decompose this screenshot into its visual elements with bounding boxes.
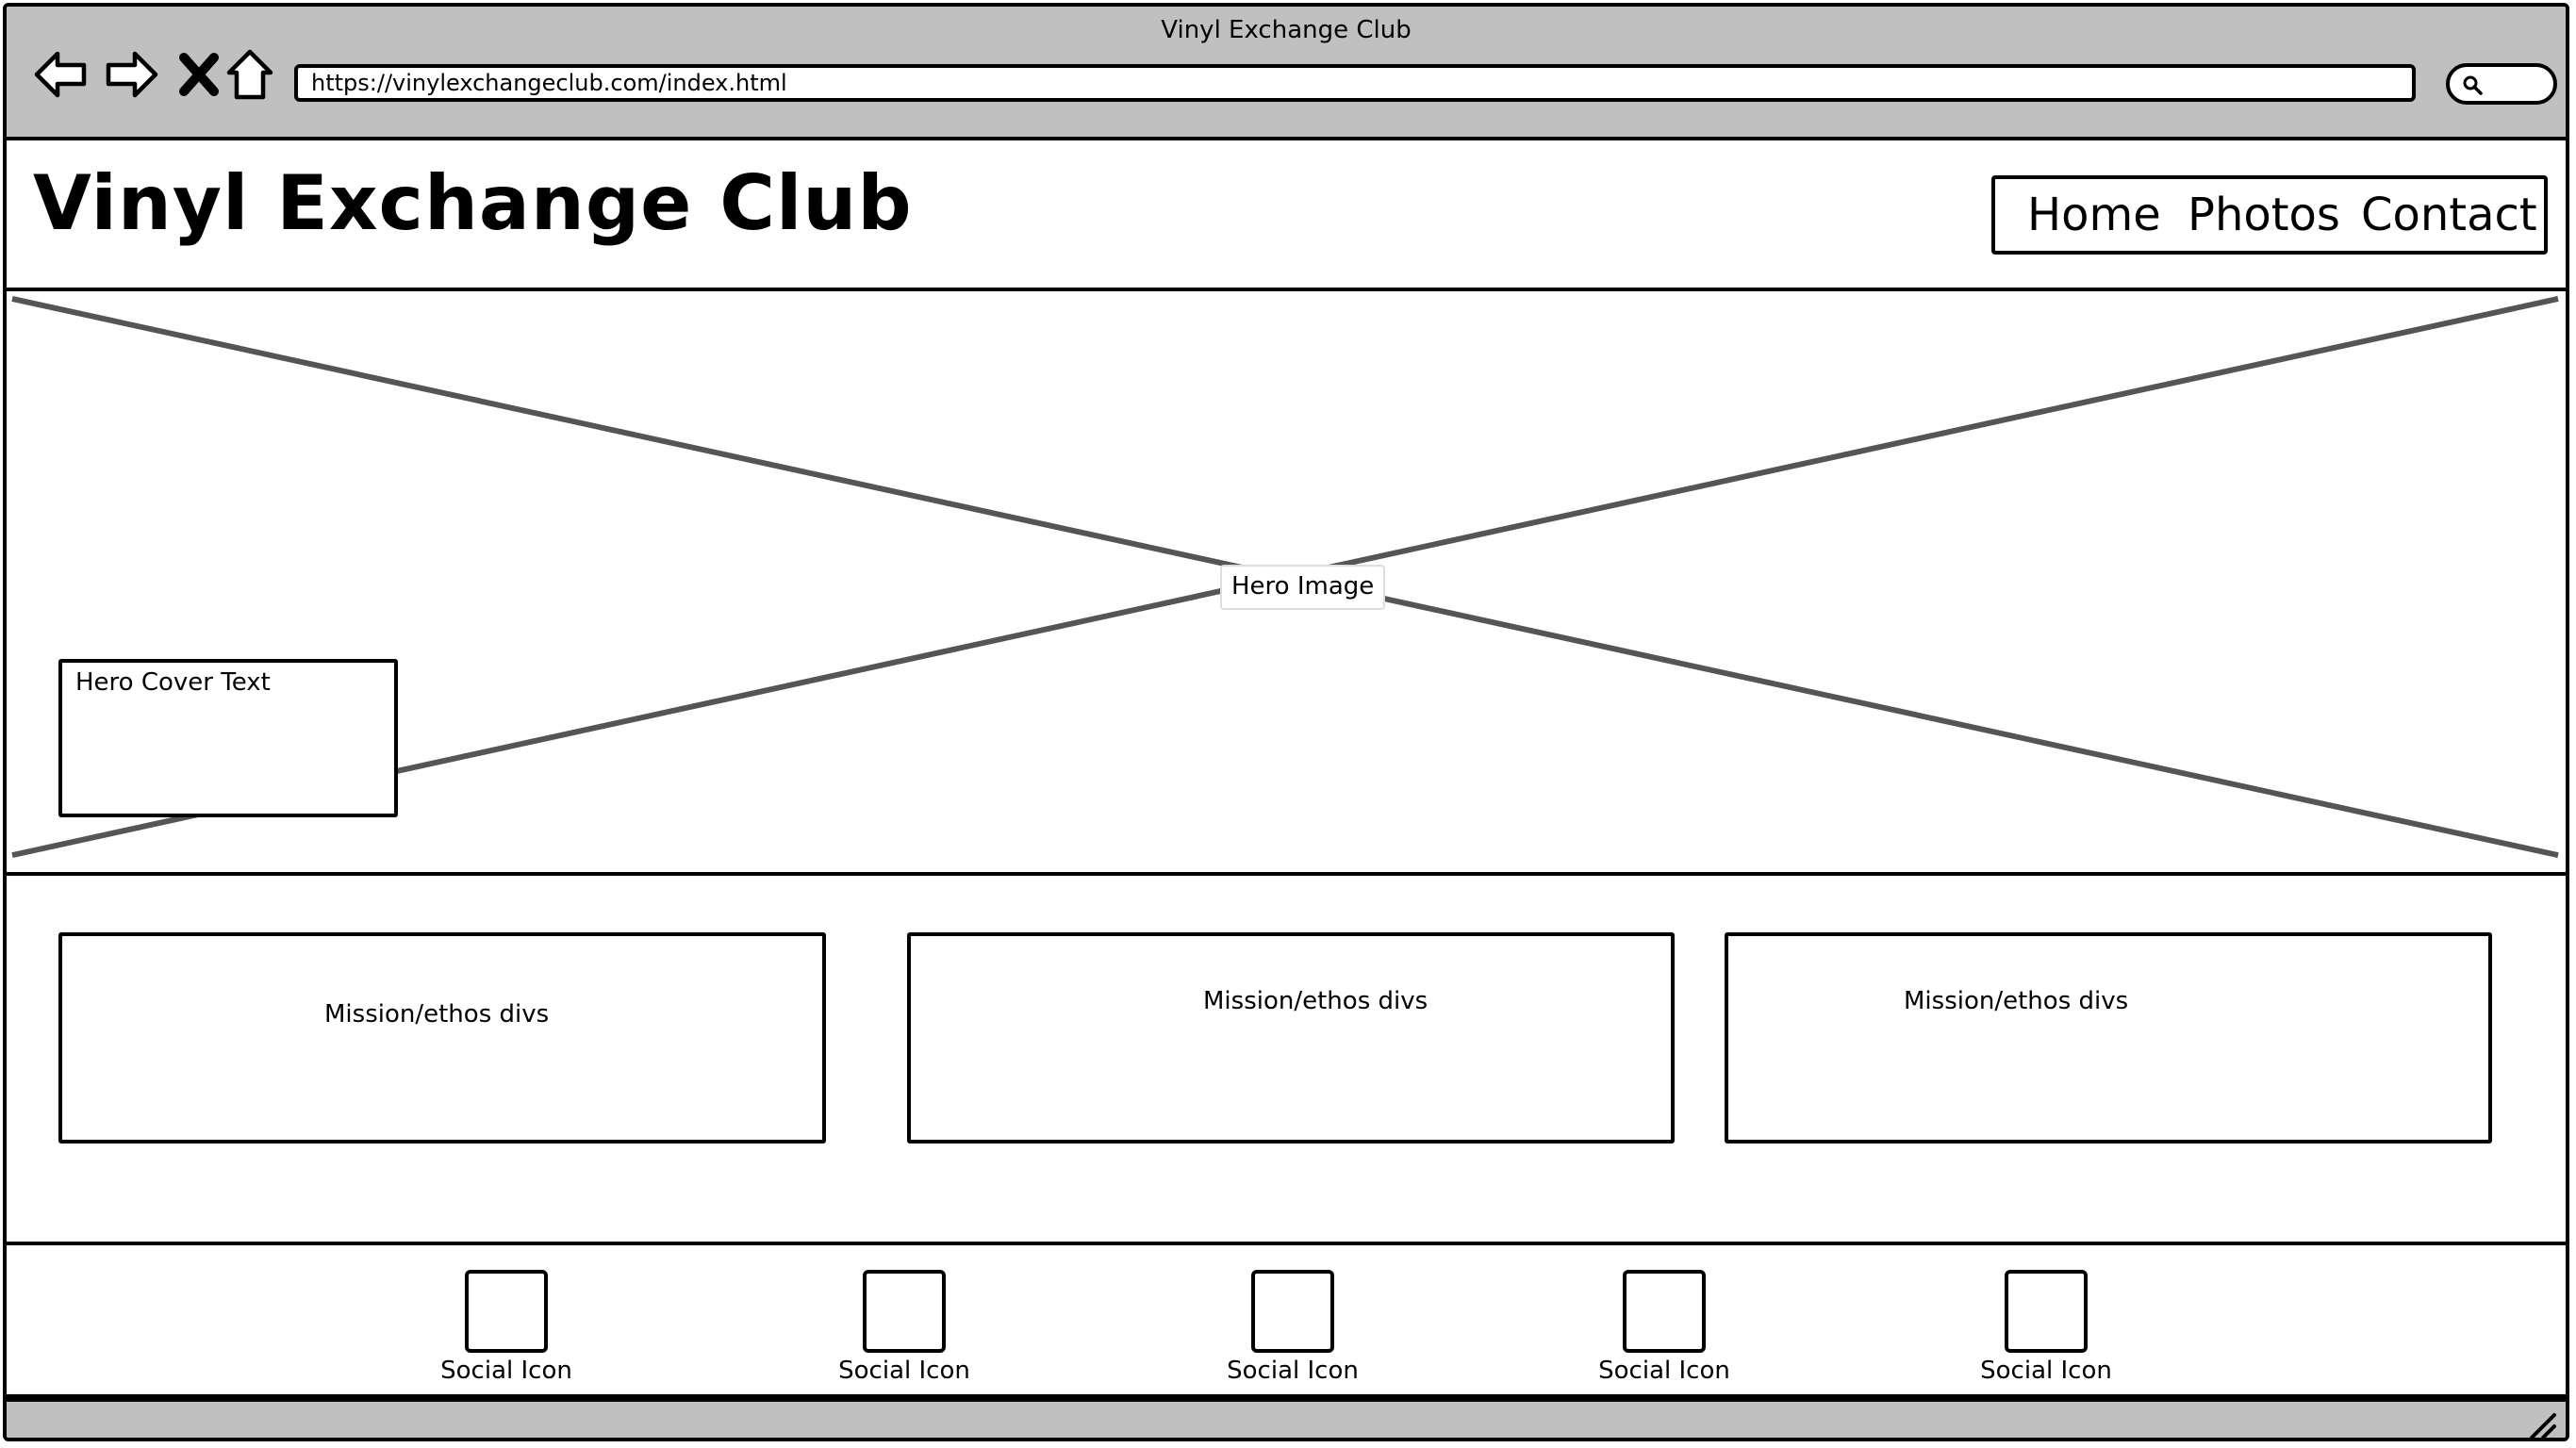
site-title: Vinyl Exchange Club (33, 159, 913, 247)
window-title: Vinyl Exchange Club (1161, 16, 1412, 44)
social-icon-label: Social Icon (1227, 1357, 1359, 1385)
social-icon-label: Social Icon (440, 1357, 572, 1385)
home-icon[interactable] (220, 44, 280, 105)
social-icon-label: Social Icon (1598, 1357, 1730, 1385)
nav-link-home[interactable]: Home (2027, 189, 2161, 241)
mission-card-label: Mission/ethos divs (324, 1000, 550, 1028)
hero-section: Hero Image Hero Cover Text (7, 291, 2566, 876)
main-nav: Home Photos Contact (1991, 175, 2548, 255)
nav-link-photos[interactable]: Photos (2188, 189, 2340, 241)
browser-chrome: Vinyl Exchange Club https://vinylexchang… (7, 7, 2566, 140)
social-icon[interactable] (1623, 1270, 1706, 1353)
browser-window: Vinyl Exchange Club https://vinylexchang… (3, 3, 2569, 1441)
site-header: Vinyl Exchange Club Home Photos Contact (7, 140, 2566, 291)
nav-link-contact[interactable]: Contact (2361, 189, 2537, 241)
resize-grip-icon[interactable] (2526, 1409, 2558, 1441)
mission-card-label: Mission/ethos divs (1904, 987, 2129, 1015)
social-icon-label: Social Icon (1980, 1357, 2112, 1385)
forward-arrow-icon[interactable] (101, 44, 161, 105)
social-link[interactable]: Social Icon (1975, 1270, 2117, 1385)
back-arrow-icon[interactable] (31, 44, 91, 105)
hero-cover-text-label: Hero Cover Text (75, 668, 271, 697)
url-bar[interactable]: https://vinylexchangeclub.com/index.html (294, 64, 2416, 102)
site-footer: Social Icon Social Icon Social Icon Soci… (7, 1242, 2566, 1398)
social-icon[interactable] (465, 1270, 548, 1353)
social-link[interactable]: Social Icon (436, 1270, 577, 1385)
social-link[interactable]: Social Icon (1222, 1270, 1363, 1385)
social-link[interactable]: Social Icon (834, 1270, 975, 1385)
mission-card: Mission/ethos divs (1725, 932, 2492, 1144)
mission-card-label: Mission/ethos divs (1203, 987, 1428, 1015)
hero-cover-text: Hero Cover Text (58, 659, 398, 817)
hero-image-label: Hero Image (1220, 565, 1386, 610)
browser-status-bar (7, 1398, 2566, 1441)
browser-search-button[interactable] (2446, 63, 2557, 105)
search-icon (2463, 75, 2483, 95)
social-icon[interactable] (2005, 1270, 2088, 1353)
social-icon[interactable] (863, 1270, 946, 1353)
social-link[interactable]: Social Icon (1593, 1270, 1735, 1385)
social-icon[interactable] (1251, 1270, 1334, 1353)
mission-card: Mission/ethos divs (58, 932, 826, 1144)
social-icon-label: Social Icon (838, 1357, 970, 1385)
mission-card: Mission/ethos divs (907, 932, 1675, 1144)
